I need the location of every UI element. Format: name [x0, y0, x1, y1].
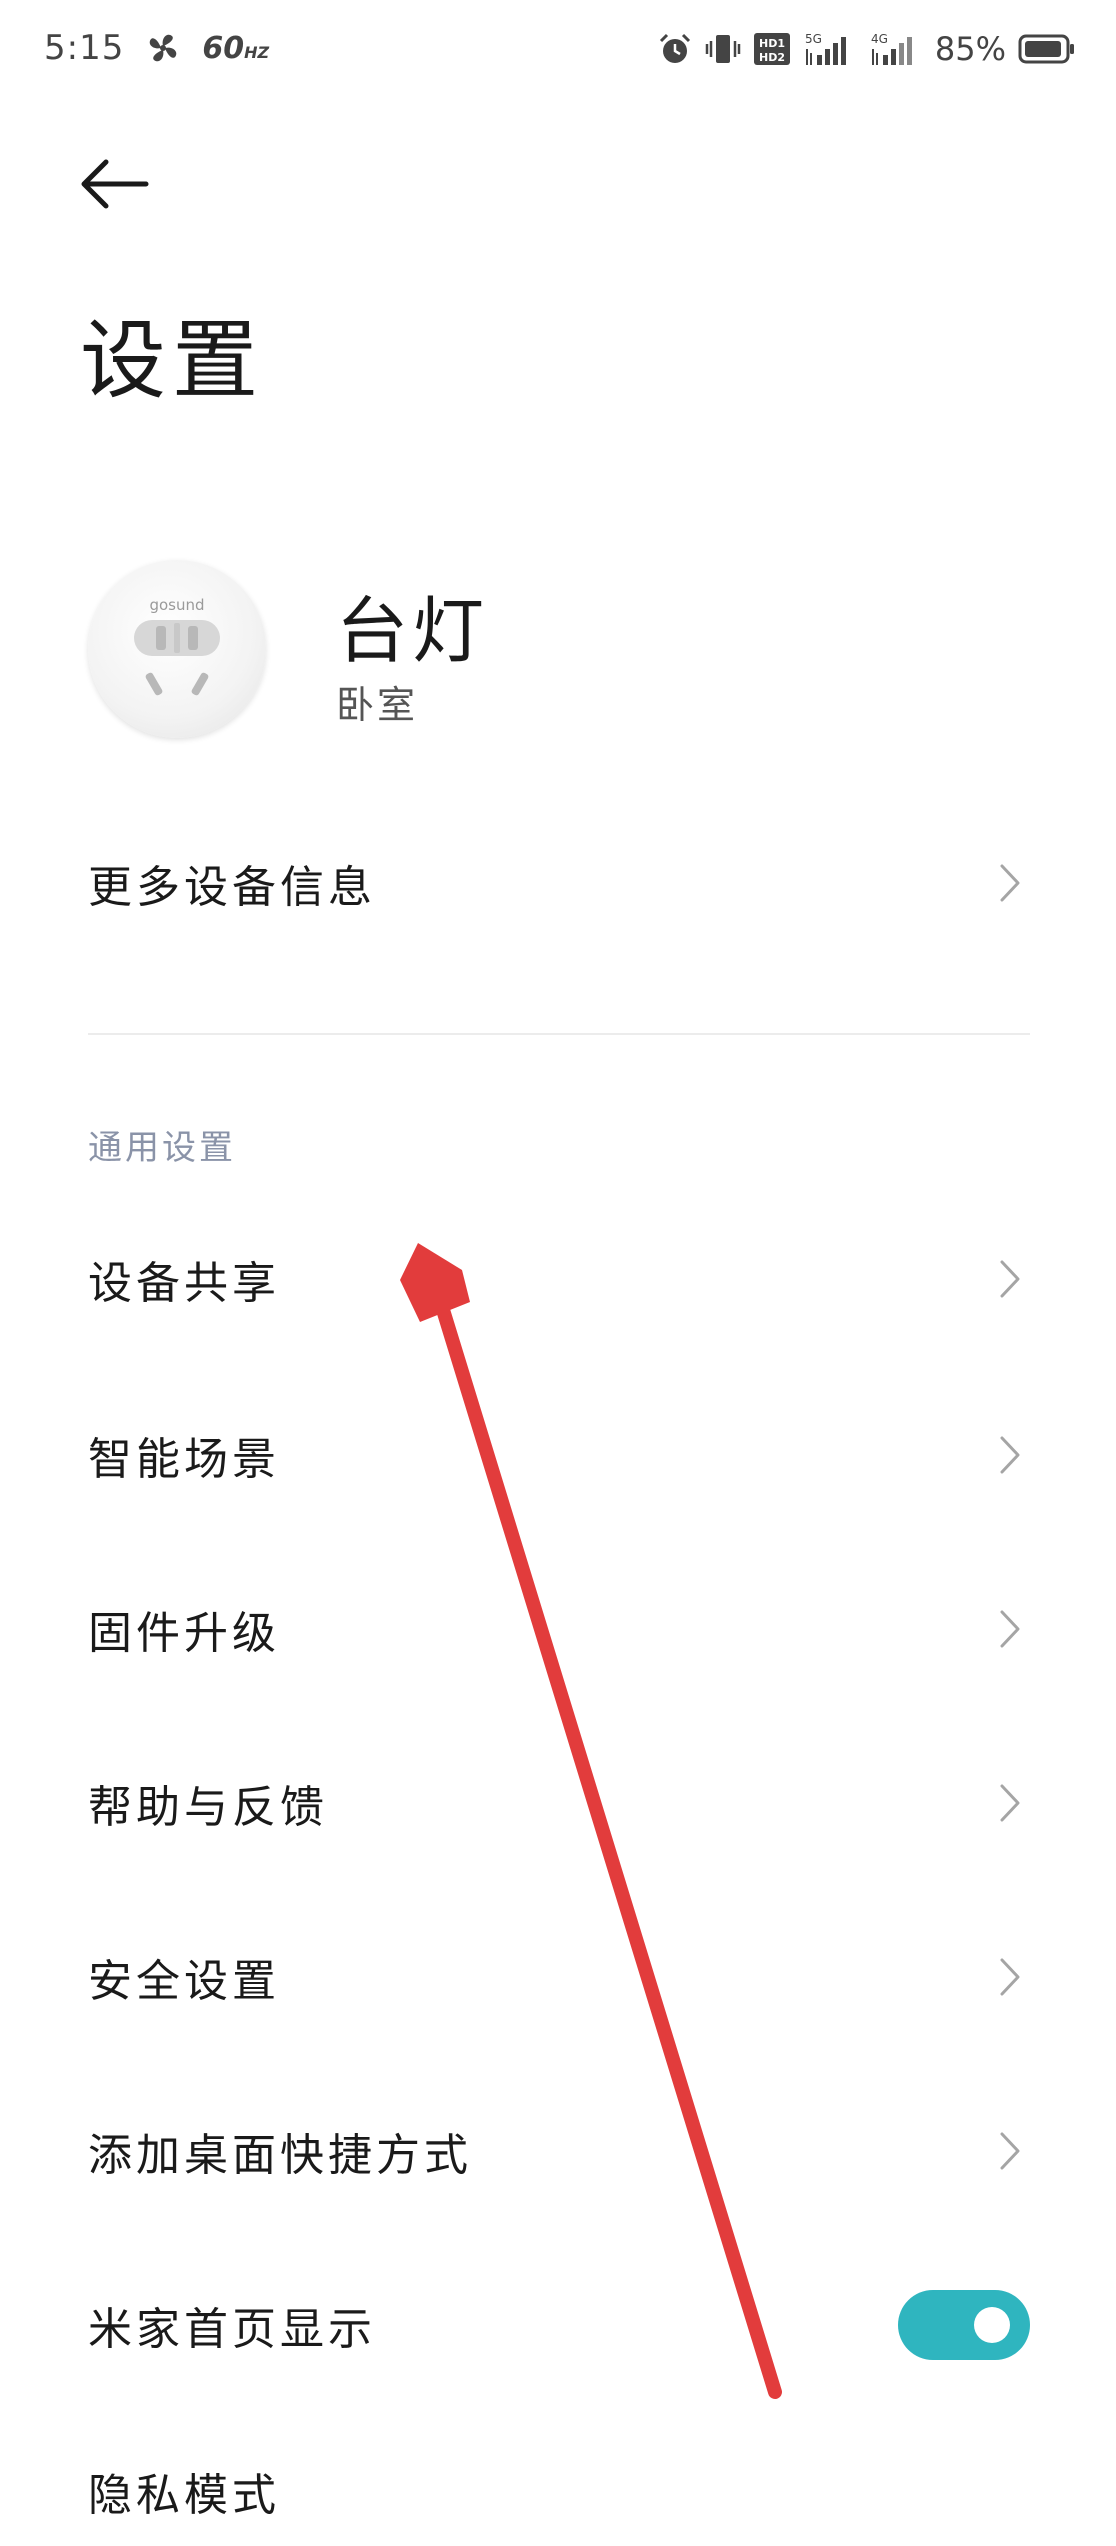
page-title: 设置: [80, 311, 264, 411]
chevron-right-icon: [990, 1609, 1030, 1649]
device-avatar: gosund: [88, 560, 266, 738]
status-bar: 5:15 60HZ HD1 HD2 5G 4G 85%: [0, 0, 1116, 110]
alarm-icon: [657, 31, 693, 67]
device-room: 卧室: [336, 683, 419, 727]
chevron-right-icon: [990, 1783, 1030, 1823]
back-button[interactable]: [78, 146, 158, 226]
hd-icon: HD1 HD2: [753, 31, 791, 67]
row-label: 智能场景: [88, 1434, 280, 1485]
section-header-general: 通用设置: [88, 1128, 236, 1168]
status-bar-left: 5:15 60HZ: [44, 28, 269, 68]
row-label: 安全设置: [88, 1956, 280, 2007]
help-feedback-row[interactable]: 帮助与反馈: [88, 1748, 1028, 1858]
row-label: 固件升级: [88, 1608, 280, 1659]
firmware-upgrade-row[interactable]: 固件升级: [88, 1574, 1028, 1684]
chevron-right-icon: [990, 1435, 1030, 1475]
row-label: 更多设备信息: [88, 862, 376, 913]
svg-text:HD1: HD1: [759, 37, 785, 50]
privacy-mode-row[interactable]: 隐私模式: [88, 2436, 1028, 2546]
chevron-right-icon: [990, 1259, 1030, 1299]
back-arrow-icon: [78, 156, 150, 216]
row-label: 隐私模式: [88, 2470, 280, 2521]
svg-text:4G: 4G: [871, 32, 888, 46]
clock: 5:15: [44, 28, 125, 68]
mijia-home-display-row: 米家首页显示: [88, 2270, 1030, 2380]
row-label: 帮助与反馈: [88, 1782, 328, 1833]
add-shortcut-row[interactable]: 添加桌面快捷方式: [88, 2096, 1028, 2206]
toggle-knob: [974, 2307, 1010, 2343]
status-bar-right: HD1 HD2 5G 4G 85%: [657, 30, 1076, 68]
fan-icon: [146, 31, 180, 65]
battery-percent: 85%: [934, 30, 1006, 68]
signal-4g-icon: 4G: [869, 31, 919, 67]
smart-scene-row[interactable]: 智能场景: [88, 1400, 1028, 1510]
device-share-row[interactable]: 设备共享: [88, 1224, 1028, 1334]
vibrate-icon: [705, 31, 741, 67]
smart-plug-icon: gosund: [134, 596, 220, 696]
device-name: 台灯: [336, 589, 489, 673]
row-label: 米家首页显示: [88, 2304, 376, 2355]
chevron-right-icon: [990, 1957, 1030, 1997]
svg-text:HD2: HD2: [759, 51, 785, 64]
brand-mark: gosund: [149, 596, 204, 614]
battery-icon: [1018, 33, 1076, 65]
chevron-right-icon: [990, 863, 1030, 903]
security-settings-row[interactable]: 安全设置: [88, 1922, 1028, 2032]
row-label: 添加桌面快捷方式: [88, 2130, 472, 2181]
signal-5g-icon: 5G: [803, 31, 857, 67]
row-label: 设备共享: [88, 1258, 280, 1309]
svg-text:5G: 5G: [805, 32, 822, 46]
chevron-right-icon: [990, 2131, 1030, 2171]
more-device-info-row[interactable]: 更多设备信息: [88, 828, 1028, 938]
mijia-home-display-toggle[interactable]: [898, 2290, 1030, 2360]
refresh-rate: 60HZ: [202, 30, 270, 66]
divider: [88, 1033, 1030, 1035]
